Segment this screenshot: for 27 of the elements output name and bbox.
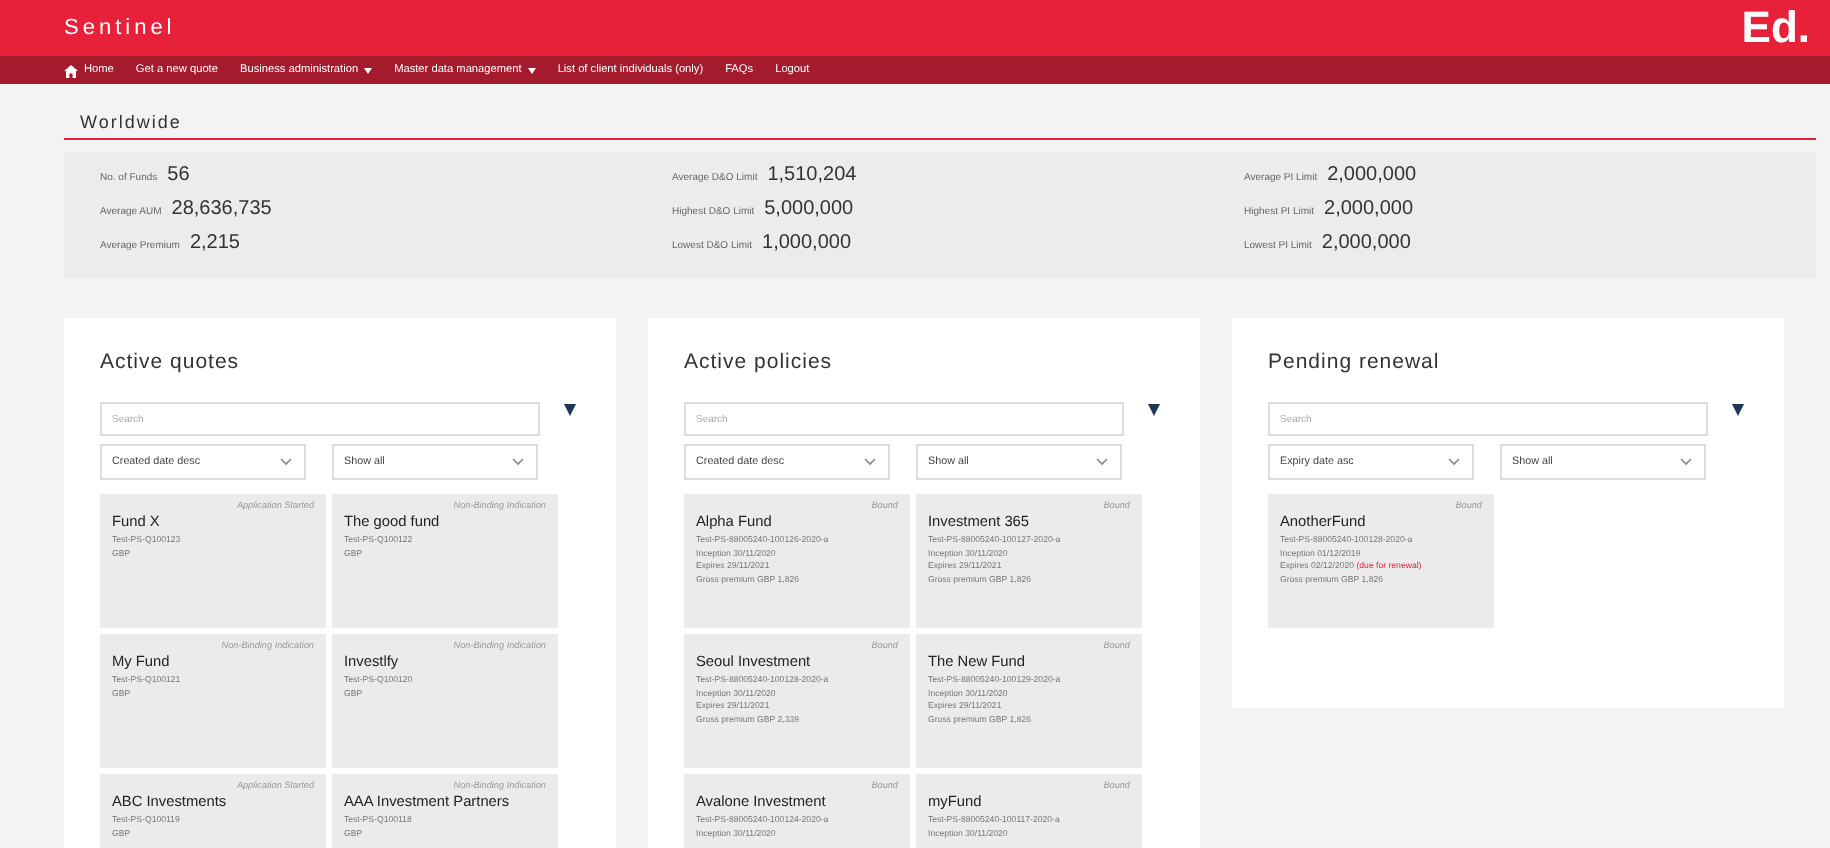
section-title: Worldwide [64,112,1816,140]
stat-value: 2,215 [189,232,240,254]
app-title: Sentinel [64,16,176,40]
chevron-icon [280,458,292,466]
panel-title: Active policies [684,350,835,378]
stat-value: 56 [167,164,190,186]
stat-value: 1,000,000 [762,232,852,254]
caret-icon [527,67,536,73]
filter-icon [1148,404,1160,416]
panel-title: Pending renewal [1268,350,1442,378]
chevron-icon [1680,458,1692,466]
stat-value: 5,000,000 [764,198,854,220]
logo: Ed. [1741,2,1810,54]
chevron-icon [1448,458,1460,466]
stat-value: 2,000,000 [1324,198,1414,220]
stat-value: 28,636,735 [171,198,272,220]
chevron-icon [864,458,876,466]
stat-value: 2,000,000 [1327,164,1417,186]
chevron-icon [1096,458,1108,466]
panel-title: Active quotes [100,350,242,378]
filter-icon [1732,404,1744,416]
caret-icon [364,67,373,73]
home-icon [64,63,78,77]
stat-value: 1,510,204 [767,164,857,186]
chevron-icon [512,458,524,466]
filter-icon [564,404,576,416]
stat-value: 2,000,000 [1321,232,1411,254]
